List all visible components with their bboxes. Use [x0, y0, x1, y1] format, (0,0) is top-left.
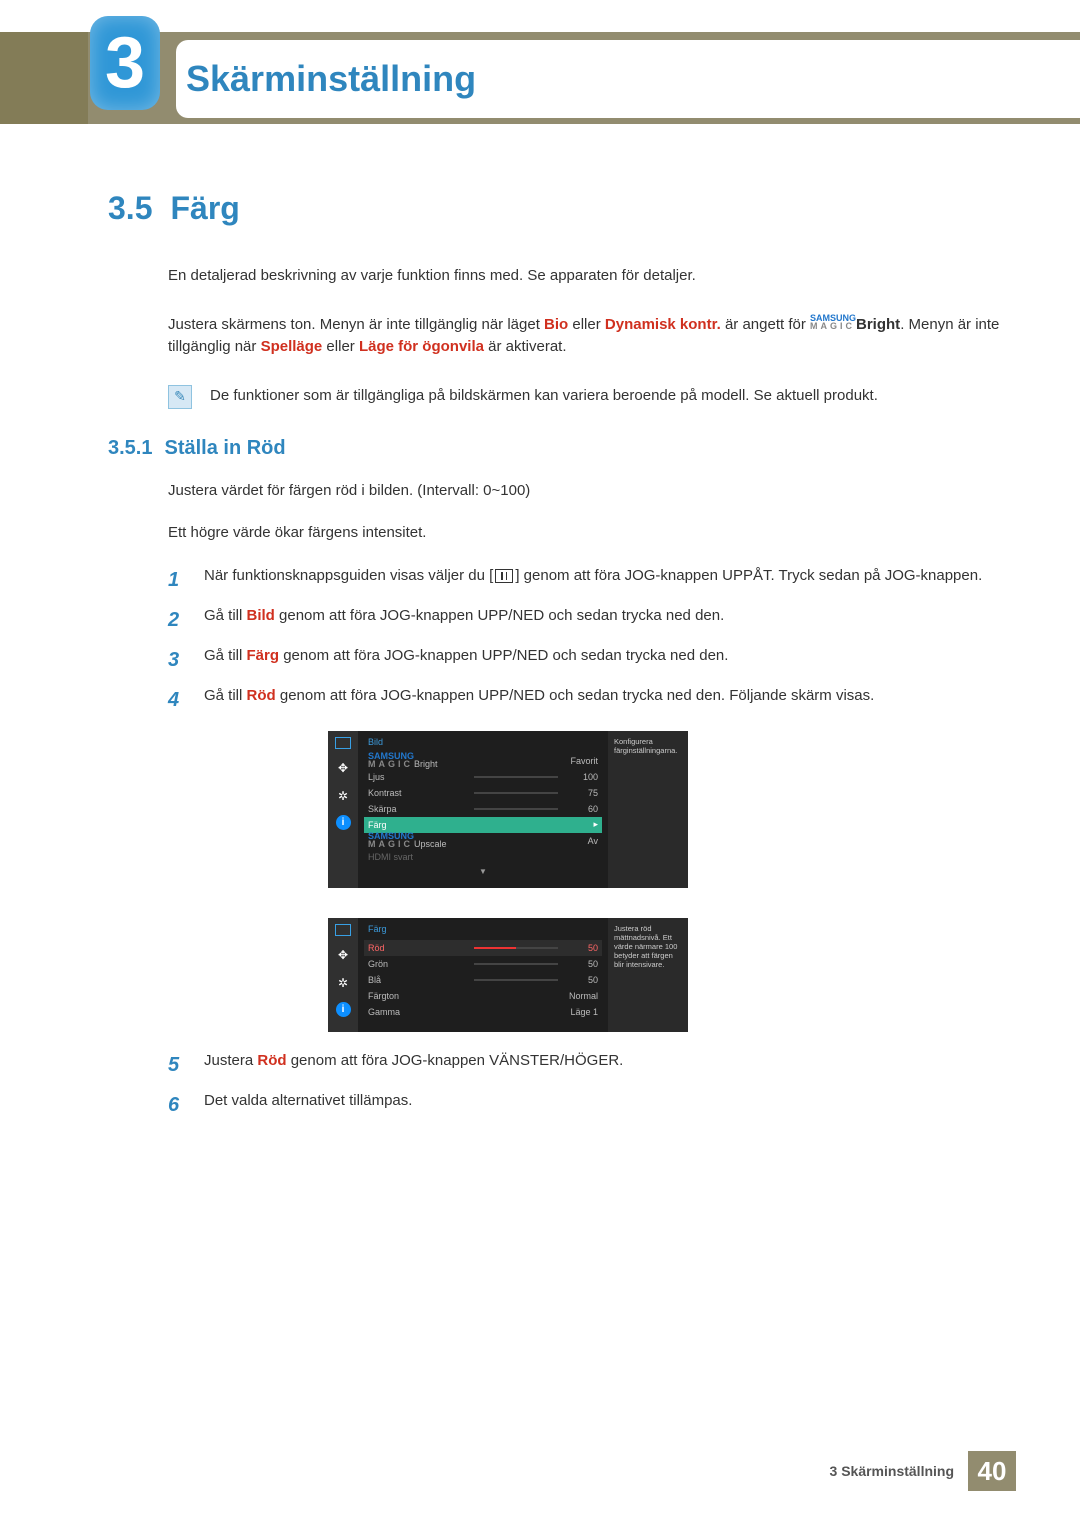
gear-icon	[334, 787, 352, 805]
subsection-number: 3.5.1	[108, 437, 152, 460]
osd-bild: i Bild SAMSUNGMAGICBrightFavorit Ljus100…	[328, 731, 688, 888]
steps-list: 1 När funktionsknappsguiden visas väljer…	[168, 565, 1000, 715]
step-4: 4 Gå till Röd genom att föra JOG-knappen…	[168, 685, 1000, 715]
samsung-magic-label: SAMSUNGMAGIC	[810, 314, 856, 330]
footer-chapter-label: 3 Skärminställning	[830, 1463, 954, 1479]
footer: 3 Skärminställning 40	[830, 1451, 1016, 1491]
osd-title: Färg	[368, 924, 598, 934]
arrows-icon	[334, 759, 352, 777]
section-number: 3.5	[108, 190, 152, 227]
page: 3 Skärminställning 3.5 Färg En detaljera…	[0, 0, 1080, 1527]
step-5: 5 Justera Röd genom att föra JOG-knappen…	[168, 1050, 1000, 1080]
section-title: Färg	[170, 190, 239, 227]
step-1: 1 När funktionsknappsguiden visas väljer…	[168, 565, 1000, 595]
osd-title: Bild	[368, 737, 598, 747]
menu-icon	[495, 569, 513, 583]
section-heading: 3.5 Färg	[108, 190, 1000, 227]
content-body: 3.5 Färg En detaljerad beskrivning av va…	[108, 190, 1000, 1130]
step-2: 2 Gå till Bild genom att föra JOG-knappe…	[168, 605, 1000, 635]
osd-screenshots: i Bild SAMSUNGMAGICBrightFavorit Ljus100…	[328, 731, 1000, 1032]
note-icon: ✎	[168, 385, 192, 409]
monitor-icon	[335, 737, 351, 749]
note-row: ✎ De funktioner som är tillgängliga på b…	[168, 385, 1000, 409]
note-text: De funktioner som är tillgängliga på bil…	[210, 385, 878, 409]
step-3: 3 Gå till Färg genom att föra JOG-knappe…	[168, 645, 1000, 675]
step-6: 6 Det valda alternativet tillämpas.	[168, 1090, 1000, 1120]
info-icon: i	[336, 1002, 351, 1017]
osd-highlight-rod: Röd50	[364, 940, 602, 956]
intro-paragraph-1: En detaljerad beskrivning av varje funkt…	[168, 265, 1000, 288]
header-bar-left	[0, 32, 88, 124]
page-number-badge: 40	[968, 1451, 1016, 1491]
chapter-number-badge: 3	[90, 16, 160, 110]
gear-icon	[334, 974, 352, 992]
sub-paragraph-1: Justera värdet för färgen röd i bilden. …	[168, 480, 1000, 503]
osd-body: Färg Röd50 Grön50 Blå50 FärgtonNormal Ga…	[358, 918, 608, 1032]
osd-help-text: Konfigurera färginställningarna.	[608, 731, 688, 888]
chapter-title: Skärminställning	[176, 40, 1080, 118]
osd-farg: i Färg Röd50 Grön50 Blå50 FärgtonNormal …	[328, 918, 688, 1032]
subsection-title: Ställa in Röd	[164, 437, 285, 460]
osd-body: Bild SAMSUNGMAGICBrightFavorit Ljus100 K…	[358, 731, 608, 888]
down-arrow-icon: ▼	[368, 867, 598, 876]
info-icon: i	[336, 815, 351, 830]
arrows-icon	[334, 946, 352, 964]
osd-side-icons: i	[328, 918, 358, 1032]
sub-paragraph-2: Ett högre värde ökar färgens intensitet.	[168, 522, 1000, 545]
monitor-icon	[335, 924, 351, 936]
intro-paragraph-2: Justera skärmens ton. Menyn är inte till…	[168, 314, 1000, 359]
osd-help-text: Justera röd mättnadsnivå. Ett värde närm…	[608, 918, 688, 1032]
steps-list-cont: 5 Justera Röd genom att föra JOG-knappen…	[168, 1050, 1000, 1120]
osd-side-icons: i	[328, 731, 358, 888]
subsection-heading: 3.5.1 Ställa in Röd	[108, 437, 1000, 460]
